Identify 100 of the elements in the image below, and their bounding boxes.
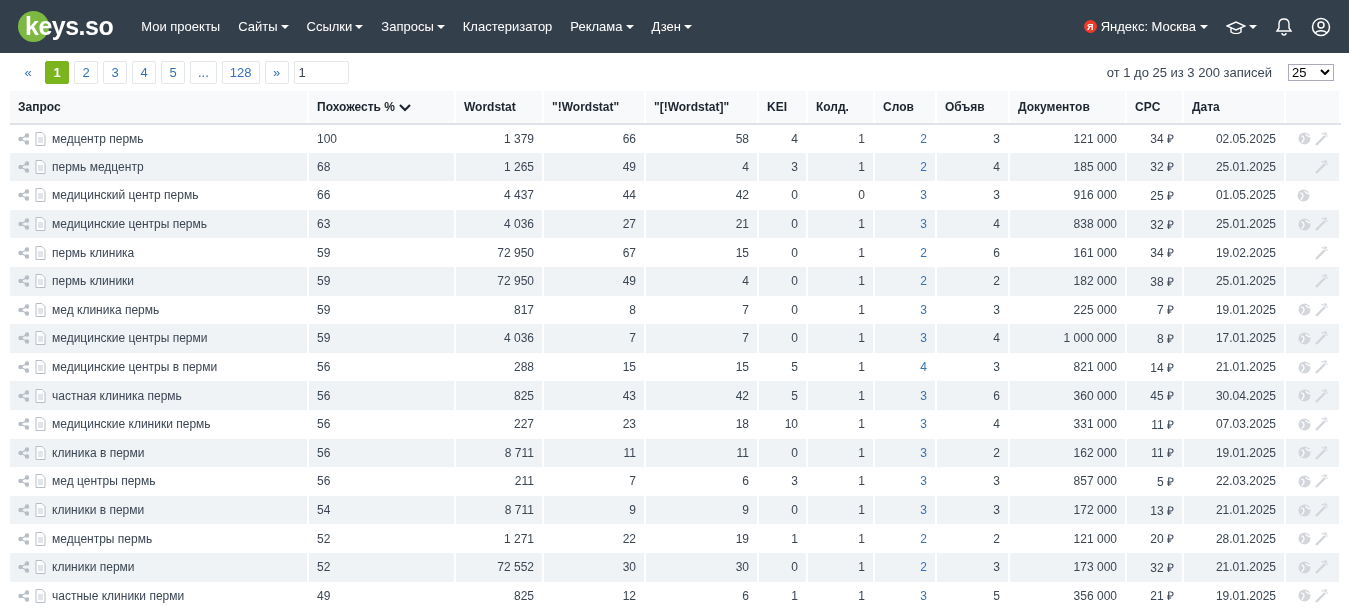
document-icon[interactable] xyxy=(35,360,46,375)
share-icon[interactable] xyxy=(18,361,29,374)
page-button[interactable]: 4 xyxy=(132,60,156,84)
query-text[interactable]: медицинский центр пермь xyxy=(52,188,199,203)
share-icon[interactable] xyxy=(18,275,29,288)
page-button[interactable]: ... xyxy=(190,60,217,84)
magic-wand-icon[interactable] xyxy=(1314,503,1328,517)
nav-link[interactable]: Мои проекты xyxy=(141,19,221,34)
column-header[interactable]: Объяв xyxy=(936,91,1009,124)
column-header[interactable]: Wordstat xyxy=(455,91,543,124)
column-header[interactable]: Дата xyxy=(1183,91,1285,124)
document-icon[interactable] xyxy=(35,560,46,575)
share-icon[interactable] xyxy=(18,189,29,202)
document-icon[interactable] xyxy=(35,188,46,203)
column-header[interactable]: "!Wordstat" xyxy=(543,91,645,124)
share-icon[interactable] xyxy=(18,504,29,516)
magic-wand-icon[interactable] xyxy=(1314,417,1328,432)
share-icon[interactable] xyxy=(18,446,29,459)
share-icon[interactable] xyxy=(18,475,29,488)
share-icon[interactable] xyxy=(18,132,29,145)
document-icon[interactable] xyxy=(35,588,46,603)
document-icon[interactable] xyxy=(35,274,46,289)
nav-link[interactable]: Ссылки xyxy=(306,19,364,34)
query-text[interactable]: медицинские центры в перми xyxy=(52,360,218,375)
query-text[interactable]: медцентры пермь xyxy=(52,531,153,546)
share-icon[interactable] xyxy=(18,246,29,259)
globe-icon[interactable] xyxy=(1297,446,1311,460)
column-header[interactable]: KEI xyxy=(758,91,807,124)
share-icon[interactable] xyxy=(18,389,29,402)
globe-icon[interactable] xyxy=(1297,331,1311,345)
query-text[interactable]: клиника в перми xyxy=(52,445,145,460)
globe-icon[interactable] xyxy=(1297,474,1311,488)
share-icon[interactable] xyxy=(18,589,29,602)
document-icon[interactable] xyxy=(35,245,46,260)
bell-icon[interactable] xyxy=(1275,17,1293,36)
query-text[interactable]: медицинские клиники пермь xyxy=(52,417,211,432)
share-icon[interactable] xyxy=(18,332,29,345)
magic-wand-icon[interactable] xyxy=(1315,245,1328,260)
globe-icon[interactable] xyxy=(1297,303,1311,317)
page-button[interactable]: 128 xyxy=(221,60,260,84)
magic-wand-icon[interactable] xyxy=(1314,588,1328,603)
nav-link[interactable]: Реклама xyxy=(570,19,634,34)
globe-icon[interactable] xyxy=(1297,417,1311,431)
column-header[interactable]: Слов xyxy=(874,91,936,124)
document-icon[interactable] xyxy=(35,217,46,232)
document-icon[interactable] xyxy=(35,331,46,346)
query-text[interactable]: медцентр пермь xyxy=(52,131,144,146)
query-text[interactable]: пермь клиники xyxy=(52,274,135,289)
document-icon[interactable] xyxy=(35,445,46,460)
page-button[interactable]: 3 xyxy=(103,60,127,84)
share-icon[interactable] xyxy=(18,418,29,431)
nav-link[interactable]: Дзен xyxy=(651,19,692,34)
document-icon[interactable] xyxy=(35,302,46,317)
share-icon[interactable] xyxy=(18,561,29,574)
query-text[interactable]: пермь клиника xyxy=(52,245,135,260)
column-header[interactable]: Документов xyxy=(1009,91,1126,124)
page-size-select[interactable]: 25 xyxy=(1288,63,1334,81)
query-text[interactable]: мед центры пермь xyxy=(52,474,156,489)
share-icon[interactable] xyxy=(18,303,29,316)
nav-link[interactable]: Сайты xyxy=(238,19,289,34)
nav-link[interactable]: Кластеризатор xyxy=(462,19,553,34)
query-text[interactable]: мед клиника пермь xyxy=(52,302,160,317)
share-icon[interactable] xyxy=(18,532,29,545)
region-selector[interactable]: Я Яндекс: Москва xyxy=(1083,19,1208,34)
document-icon[interactable] xyxy=(35,474,46,489)
sorted-column-header[interactable]: Похожесть % xyxy=(308,91,455,124)
share-icon[interactable] xyxy=(18,160,29,173)
query-text[interactable]: частные клиники перми xyxy=(52,588,185,603)
magic-wand-icon[interactable] xyxy=(1314,388,1328,403)
globe-icon[interactable] xyxy=(1297,132,1311,146)
magic-wand-icon[interactable] xyxy=(1314,474,1328,489)
magic-wand-icon[interactable] xyxy=(1314,360,1328,375)
globe-icon[interactable] xyxy=(1297,589,1311,603)
page-number-field[interactable]: 1 xyxy=(293,60,349,84)
document-icon[interactable] xyxy=(35,159,46,174)
page-button[interactable]: 2 xyxy=(74,60,98,84)
magic-wand-icon[interactable] xyxy=(1315,274,1328,289)
globe-icon[interactable] xyxy=(1297,503,1311,517)
query-text[interactable]: пермь медцентр xyxy=(52,159,144,174)
nav-link[interactable]: Запросы xyxy=(381,19,445,34)
query-text[interactable]: клиники перми xyxy=(52,560,135,575)
magic-wand-icon[interactable] xyxy=(1314,531,1328,546)
globe-icon[interactable] xyxy=(1297,217,1311,231)
document-icon[interactable] xyxy=(35,388,46,403)
magic-wand-icon[interactable] xyxy=(1314,560,1328,575)
globe-icon[interactable] xyxy=(1297,360,1311,374)
page-button[interactable]: 5 xyxy=(161,60,185,84)
magic-wand-icon[interactable] xyxy=(1314,217,1328,232)
column-header[interactable]: "[!Wordstat]" xyxy=(645,91,758,124)
document-icon[interactable] xyxy=(35,131,46,146)
next-page-button[interactable]: » xyxy=(264,60,289,84)
globe-icon[interactable] xyxy=(1297,389,1311,403)
document-icon[interactable] xyxy=(35,417,46,432)
document-icon[interactable] xyxy=(35,503,46,517)
magic-wand-icon[interactable] xyxy=(1314,302,1328,317)
magic-wand-icon[interactable] xyxy=(1314,331,1328,346)
globe-icon[interactable] xyxy=(1297,560,1311,574)
magic-wand-icon[interactable] xyxy=(1314,131,1328,146)
user-icon[interactable] xyxy=(1311,16,1331,37)
query-text[interactable]: клиники в перми xyxy=(52,503,145,517)
